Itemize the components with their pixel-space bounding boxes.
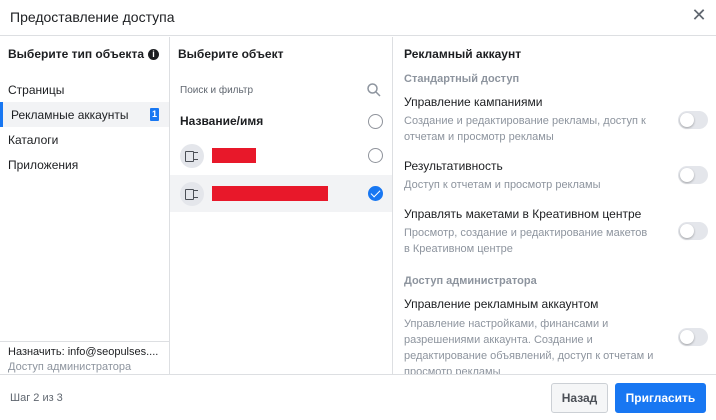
invite-button[interactable]: Пригласить <box>615 383 706 413</box>
permission-desc: Создание и редактирование рекламы, досту… <box>404 115 646 143</box>
info-icon[interactable]: i <box>148 48 159 60</box>
redacted-name <box>212 186 328 201</box>
dialog-title: Предоставление доступа <box>10 9 175 25</box>
permission-name: Результативность <box>404 159 503 173</box>
type-item-label: Каталоги <box>8 132 59 147</box>
type-item-pages[interactable]: Страницы <box>0 77 169 102</box>
column-header-label: Название/имя <box>180 114 264 128</box>
type-item-label: Приложения <box>8 157 79 172</box>
search-placeholder: Поиск и фильтр <box>180 84 254 96</box>
permission-toggle[interactable] <box>678 166 708 184</box>
dialog-header: Предоставление доступа ✕ <box>0 0 716 36</box>
permission-name: Управление рекламным аккаунтом <box>404 297 599 311</box>
object-type-panel: Выберите тип объекта i Страницы Рекламны… <box>0 37 170 374</box>
assign-summary: Назначить: info@seopulses.... Доступ адм… <box>0 341 169 374</box>
permission-desc: Управление настройками, финансами и разр… <box>404 318 654 374</box>
permission-toggle[interactable] <box>678 222 708 240</box>
select-all-radio[interactable] <box>368 114 383 129</box>
permissions-panel: Рекламный аккаунт Стандартный доступ Упр… <box>394 37 716 374</box>
permission-toggle[interactable] <box>678 111 708 129</box>
permission-desc: Доступ к отчетам и просмотр рекламы <box>404 179 601 191</box>
permissions-title: Рекламный аккаунт <box>404 47 522 61</box>
close-icon[interactable]: ✕ <box>690 6 708 24</box>
object-row-selected[interactable] <box>170 175 392 212</box>
type-item-ad-accounts[interactable]: Рекламные аккаунты 1 <box>0 102 169 127</box>
object-header: Выберите объект <box>178 47 284 61</box>
object-panel: Выберите объект Поиск и фильтр Название/… <box>170 37 393 374</box>
search-input[interactable]: Поиск и фильтр <box>170 77 392 103</box>
object-name-column-header: Название/имя <box>170 110 392 132</box>
redacted-name <box>212 148 256 163</box>
permission-toggle[interactable] <box>678 328 708 346</box>
type-item-label: Рекламные аккаунты <box>11 107 129 122</box>
permission-name: Управлять макетами в Креативном центре <box>404 207 642 221</box>
ad-account-icon <box>180 181 204 206</box>
dialog-footer: Шаг 2 из 3 Назад Пригласить <box>0 374 716 420</box>
back-button[interactable]: Назад <box>551 383 608 413</box>
assign-role: Доступ администратора <box>8 361 132 373</box>
object-row[interactable] <box>170 137 392 174</box>
type-item-label: Страницы <box>8 82 65 97</box>
type-item-catalogs[interactable]: Каталоги <box>0 127 169 152</box>
standard-access-heading: Стандартный доступ <box>404 73 520 85</box>
search-icon <box>367 83 381 97</box>
step-indicator: Шаг 2 из 3 <box>10 392 63 404</box>
assign-user: Назначить: info@seopulses.... <box>8 346 159 358</box>
admin-access-heading: Доступ администратора <box>404 275 537 287</box>
count-badge: 1 <box>150 108 159 121</box>
object-type-header-label: Выберите тип объекта <box>8 47 144 61</box>
permission-name: Управление кампаниями <box>404 95 543 109</box>
object-radio[interactable] <box>368 148 383 163</box>
type-item-apps[interactable]: Приложения <box>0 152 169 177</box>
ad-account-icon <box>180 143 204 168</box>
object-radio-checked[interactable] <box>368 186 383 201</box>
object-type-list: Страницы Рекламные аккаунты 1 Каталоги П… <box>0 77 169 177</box>
object-type-header: Выберите тип объекта i <box>8 47 159 61</box>
permission-desc: Просмотр, создание и редактирование маке… <box>404 227 648 255</box>
